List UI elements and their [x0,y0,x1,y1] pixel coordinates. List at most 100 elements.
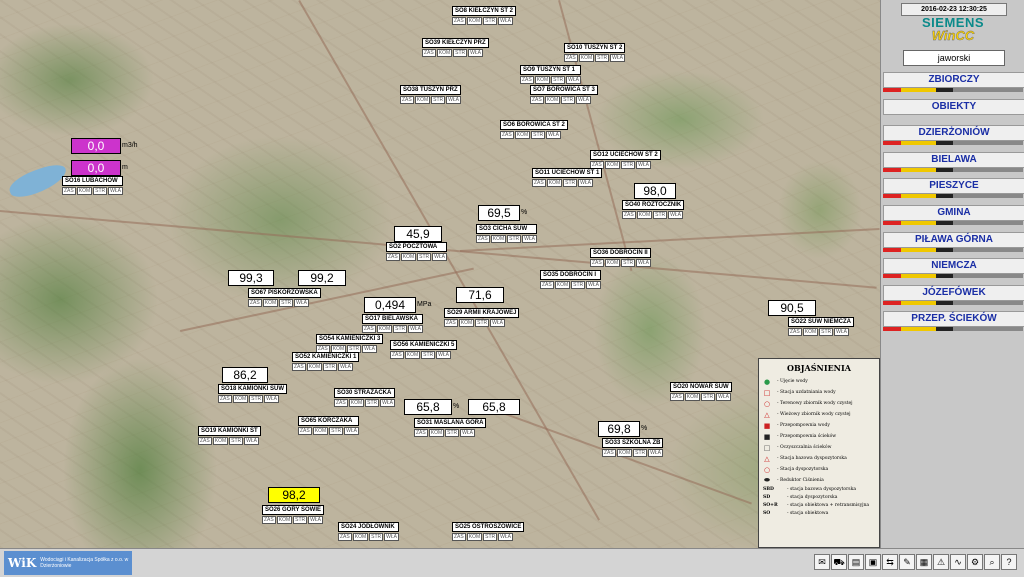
station-name[interactable]: SO10 TUSZYN ST 2 [564,43,626,53]
station[interactable]: SO19 KAMIONKI ST ZAS KOM STR WŁA [198,426,261,445]
station-name[interactable]: SO2 POCZTOWA [386,242,447,252]
toolbar-icon[interactable]: ✉ [814,554,830,570]
station[interactable]: SO31 MAŚLANA GÓRA ZAS KOM STR WŁA [414,418,487,437]
nav-button[interactable]: ZBIORCZY [883,72,1024,88]
nav-button[interactable]: PIESZYCE [883,178,1024,195]
toolbar-icon[interactable]: ⛟ [831,554,847,570]
station[interactable]: SO12 UCIECHÓW ST 2 ZAS KOM STR WŁA [590,150,661,169]
station-name[interactable]: SO8 KIEŁCZYN ST 2 [452,6,517,16]
station[interactable]: SO38 TUSZYN PRZ ZAS KOM STR WŁA [400,85,461,104]
toolbar-icon[interactable]: ∿ [950,554,966,570]
station-name[interactable]: SO65 KORCZAKA [298,416,359,426]
station[interactable]: SO11 UCIECHÓW ST 1 ZAS KOM STR WŁA [532,168,603,187]
measurement-value[interactable]: 86,2 [222,367,268,383]
station-name[interactable]: SO24 JODŁOWNIK [338,522,399,532]
nav-button[interactable]: PRZEP. ŚCIEKÓW [883,311,1024,328]
measurement-value[interactable]: 65,8 [468,399,520,415]
station[interactable]: SO35 DOBROCIN I ZAS KOM STR WŁA [540,270,601,289]
nav-button[interactable]: BIELAWA [883,151,1024,168]
measurement-value[interactable]: 98,0 [634,183,676,199]
station-name[interactable]: SO20 NOWAR SUW [670,382,732,392]
station-name[interactable]: SO33 SZKOLNA ZB [602,438,664,448]
station-name[interactable]: SO25 OSTROSZOWICE [452,522,525,532]
toolbar-icon[interactable]: ⇆ [882,554,898,570]
station-name[interactable]: SO7 BOROWICA ST 3 [530,85,598,95]
station[interactable]: SO20 NOWAR SUW ZAS KOM STR WŁA [670,382,732,401]
toolbar-icon[interactable]: ? [1001,554,1017,570]
station[interactable]: SO18 KAMIONKI SUW ZAS KOM STR WŁA [218,384,288,403]
station[interactable]: SO3 CICHA SUW ZAS KOM STR WŁA [476,224,537,243]
station[interactable]: SO8 KIEŁCZYN ST 2 ZAS KOM STR WŁA [452,6,517,25]
station[interactable]: SO33 SZKOLNA ZB ZAS KOM STR WŁA [602,438,664,457]
measurement-value[interactable]: 99,3 [228,270,274,286]
measurement-value[interactable]: 0,0 [71,160,121,176]
station[interactable]: SO29 ARMII KRAJOWEJ ZAS KOM STR WŁA [444,308,520,327]
toolbar-icon[interactable]: ✎ [899,554,915,570]
station-name[interactable]: SO16 LUBACHÓW [62,176,123,186]
station[interactable]: SO54 KAMIENICZKI 3 ZAS KOM STR WŁA [316,334,384,353]
station[interactable]: SO52 KAMIENICZKI 1 ZAS KOM STR WŁA [292,352,360,371]
measurement-value[interactable]: 69,8 [598,421,640,437]
toolbar-icon[interactable]: ⚠ [933,554,949,570]
station-name[interactable]: SO40 ROZTOCZNIK [622,200,685,210]
station-name[interactable]: SO3 CICHA SUW [476,224,537,234]
station[interactable]: SO24 JODŁOWNIK ZAS KOM STR WŁA [338,522,399,541]
station-name[interactable]: SO35 DOBROCIN I [540,270,601,280]
station-name[interactable]: SO56 KAMIENICZKI 5 [390,340,458,350]
measurement-value[interactable]: 0,0 [71,138,121,154]
station[interactable]: SO67 PISKORZOWSKA ZAS KOM STR WŁA [248,288,321,307]
station[interactable]: SO9 TUSZYN ST 1 ZAS KOM STR WŁA [520,65,581,84]
toolbar-icon[interactable]: ▤ [848,554,864,570]
measurement-value[interactable]: 69,5 [478,205,520,221]
measurement-value[interactable]: 90,5 [768,300,816,316]
station[interactable]: SO2 POCZTOWA ZAS KOM STR WŁA [386,242,447,261]
station-name[interactable]: SO19 KAMIONKI ST [198,426,261,436]
station[interactable]: SO17 BIELAWSKA ZAS KOM STR WŁA [362,314,423,333]
measurement-value[interactable]: 45,9 [394,226,442,242]
nav-button[interactable]: JÓZEFÓWEK [883,284,1024,301]
station-name[interactable]: SO12 UCIECHÓW ST 2 [590,150,661,160]
station-name[interactable]: SO31 MAŚLANA GÓRA [414,418,487,428]
station-name[interactable]: SO39 KIEŁCZYN PRZ [422,38,489,48]
station-name[interactable]: SO22 SUW NIEMCZA [788,317,855,327]
nav-button[interactable]: OBIEKTY [883,98,1024,115]
station-name[interactable]: SO36 DOBROCIN II [590,248,651,258]
station[interactable]: SO65 KORCZAKA ZAS KOM STR WŁA [298,416,359,435]
station-name[interactable]: SO29 ARMII KRAJOWEJ [444,308,520,318]
station-name[interactable]: SO38 TUSZYN PRZ [400,85,461,95]
station[interactable]: SO16 LUBACHÓW ZAS KOM STR WŁA [62,176,123,195]
station[interactable]: SO40 ROZTOCZNIK ZAS KOM STR WŁA [622,200,685,219]
station[interactable]: SO26 GÓRY SOWIE ZAS KOM STR WŁA [262,505,325,524]
station[interactable]: SO39 KIEŁCZYN PRZ ZAS KOM STR WŁA [422,38,489,57]
measurement-value[interactable]: 71,6 [456,287,504,303]
measurement-value[interactable]: 65,8 [404,399,452,415]
measurement-value[interactable]: 0,494 [364,297,416,313]
map-view[interactable]: SO8 KIEŁCZYN ST 2 ZAS KOM STR WŁA SO39 KIEŁCZ… [0,0,880,548]
station[interactable]: SO7 BOROWICA ST 3 ZAS KOM STR WŁA [530,85,598,104]
station-name[interactable]: SO18 KAMIONKI SUW [218,384,288,394]
station-name[interactable]: SO6 BOROWICA ST 2 [500,120,568,130]
station-name[interactable]: SO11 UCIECHÓW ST 1 [532,168,603,178]
toolbar-icon[interactable]: ⌕ [984,554,1000,570]
nav-button[interactable]: DZIERŻONIÓW [883,125,1024,142]
station[interactable]: SO36 DOBROCIN II ZAS KOM STR WŁA [590,248,651,267]
nav-button[interactable]: GMINA [883,205,1024,221]
station[interactable]: SO10 TUSZYN ST 2 ZAS KOM STR WŁA [564,43,626,62]
station[interactable]: SO30 STRAŻACKA ZAS KOM STR WŁA [334,388,395,407]
station[interactable]: SO22 SUW NIEMCZA ZAS KOM STR WŁA [788,317,855,336]
station[interactable]: SO56 KAMIENICZKI 5 ZAS KOM STR WŁA [390,340,458,359]
station-name[interactable]: SO54 KAMIENICZKI 3 [316,334,384,344]
station[interactable]: SO6 BOROWICA ST 2 ZAS KOM STR WŁA [500,120,568,139]
measurement-value[interactable]: 98,2 [268,487,320,503]
nav-button[interactable]: NIEMCZA [883,258,1024,275]
station-name[interactable]: SO26 GÓRY SOWIE [262,505,325,515]
station[interactable]: SO25 OSTROSZOWICE ZAS KOM STR WŁA [452,522,525,541]
station-name[interactable]: SO52 KAMIENICZKI 1 [292,352,360,362]
measurement-value[interactable]: 99,2 [298,270,346,286]
nav-button[interactable]: PIŁAWA GÓRNA [883,231,1024,248]
station-name[interactable]: SO30 STRAŻACKA [334,388,395,398]
station-name[interactable]: SO17 BIELAWSKA [362,314,423,324]
toolbar-icon[interactable]: ⚙ [967,554,983,570]
station-name[interactable]: SO9 TUSZYN ST 1 [520,65,581,75]
toolbar-icon[interactable]: ▣ [865,554,881,570]
